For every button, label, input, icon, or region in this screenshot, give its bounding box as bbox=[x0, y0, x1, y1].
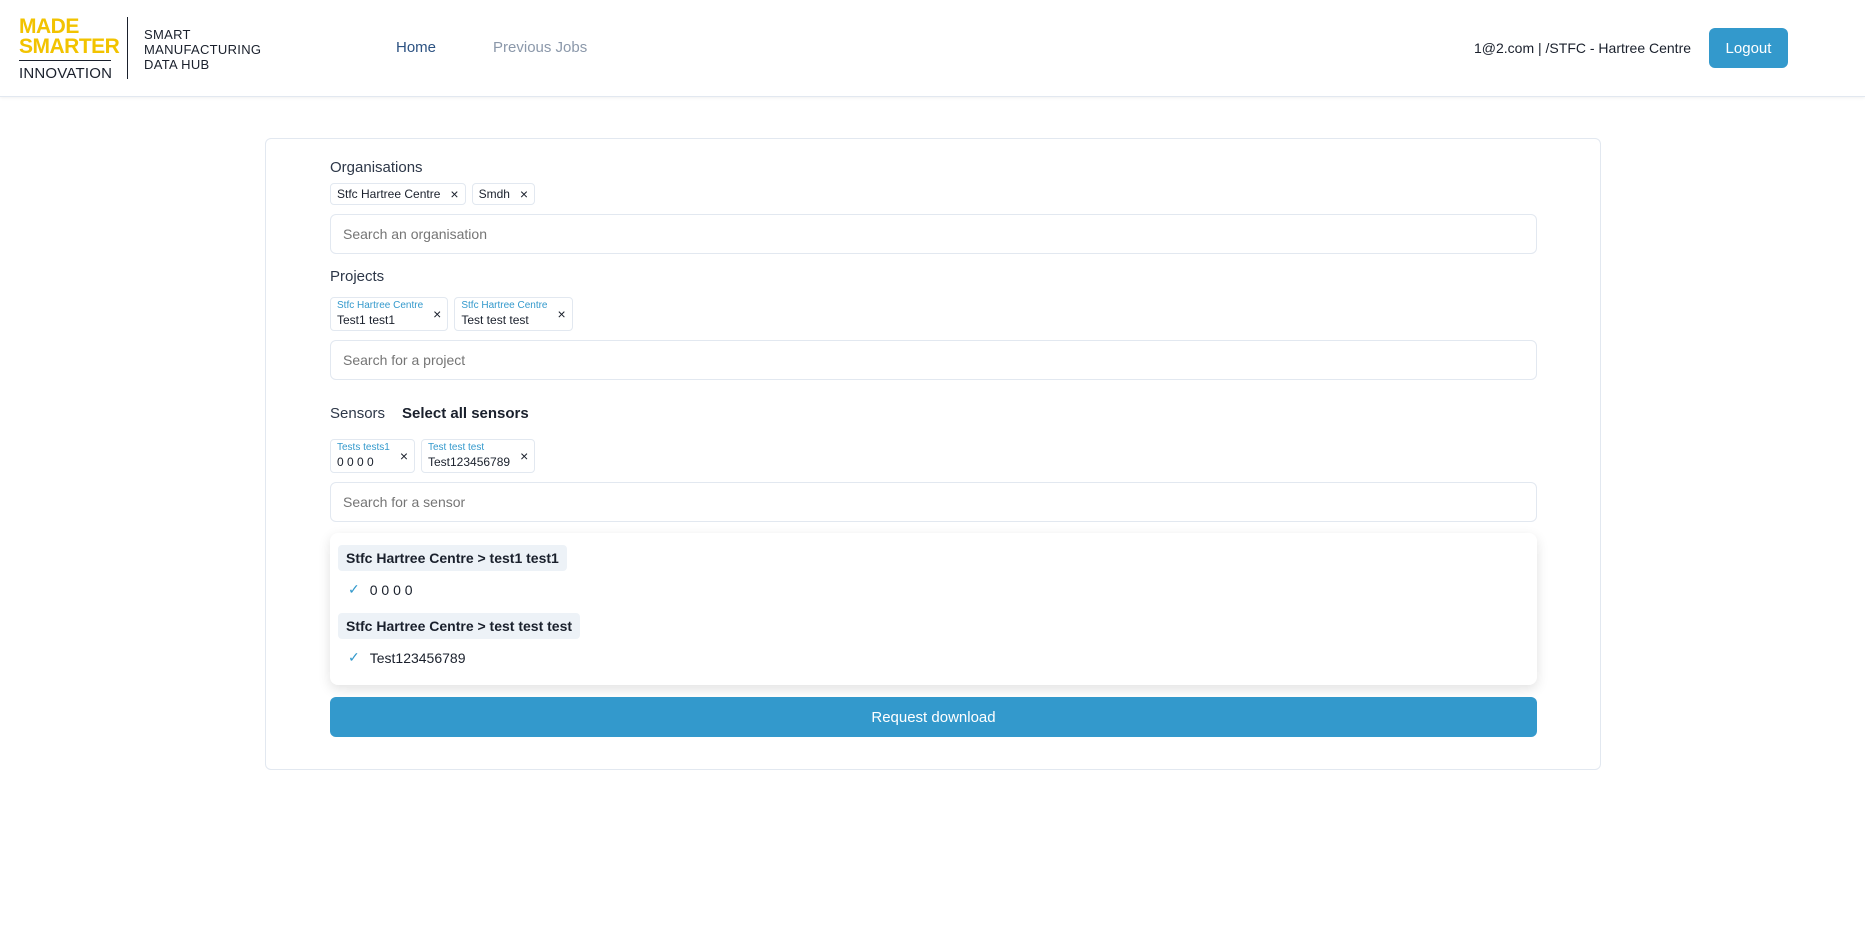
organisation-tags: Stfc Hartree Centre × Smdh × bbox=[330, 183, 541, 205]
organisation-tag: Smdh × bbox=[471, 183, 536, 205]
made-smarter-logo[interactable]: MADE SMARTER INNOVATION SMART MANUFACTUR… bbox=[19, 15, 261, 82]
nav-previous-jobs-link[interactable]: Previous Jobs bbox=[493, 39, 587, 56]
close-icon[interactable]: × bbox=[450, 186, 458, 202]
projects-label: Projects bbox=[330, 268, 385, 285]
project-search-input[interactable] bbox=[330, 340, 1537, 380]
logo-divider bbox=[127, 17, 128, 79]
organisation-tag: Stfc Hartree Centre × bbox=[330, 183, 466, 205]
project-tag-org: Stfc Hartree Centre bbox=[337, 300, 424, 311]
check-icon: ✓ bbox=[348, 649, 360, 665]
logo-hub-line2: MANUFACTURING bbox=[144, 42, 262, 57]
main-nav: Home Previous Jobs bbox=[396, 39, 587, 56]
sensor-tag-name: 0 0 0 0 bbox=[337, 455, 374, 469]
sensor-tag: Test test test Test123456789 × bbox=[421, 439, 536, 473]
logo-hub-text: SMART MANUFACTURING DATA HUB bbox=[144, 17, 261, 82]
project-tags: Stfc Hartree Centre Test1 test1 × Stfc H… bbox=[330, 297, 579, 331]
close-icon[interactable]: × bbox=[400, 448, 408, 464]
logo-hub-line3: DATA HUB bbox=[144, 57, 210, 72]
top-header: MADE SMARTER INNOVATION SMART MANUFACTUR… bbox=[0, 0, 1865, 97]
check-icon: ✓ bbox=[348, 581, 360, 597]
close-icon[interactable]: × bbox=[433, 306, 441, 322]
sensor-option[interactable]: ✓ 0 0 0 0 bbox=[348, 581, 413, 598]
request-download-button[interactable]: Request download bbox=[330, 697, 1537, 737]
sensor-tag-name: Test123456789 bbox=[428, 455, 511, 469]
sensor-tag-project: Tests tests1 bbox=[337, 442, 390, 453]
logo-made: MADE bbox=[19, 15, 79, 38]
logo-smarter: SMARTER bbox=[19, 35, 120, 58]
organisation-tag-label: Smdh bbox=[478, 187, 510, 201]
close-icon[interactable]: × bbox=[558, 306, 566, 322]
logo-hub-line1: SMART bbox=[144, 27, 191, 42]
download-form-card: Organisations Stfc Hartree Centre × Smdh… bbox=[265, 138, 1601, 770]
sensor-tags: Tests tests1 0 0 0 0 × Test test test Te… bbox=[330, 439, 541, 473]
sensors-label: Sensors bbox=[330, 405, 386, 422]
logo-wordmark: MADE SMARTER INNOVATION bbox=[19, 15, 120, 82]
sensor-tag-text: Test test test Test123456789 bbox=[428, 442, 510, 470]
sensor-group-header: Stfc Hartree Centre > test test test bbox=[338, 613, 581, 639]
project-tag: Stfc Hartree Centre Test1 test1 × bbox=[330, 297, 449, 331]
organisation-tag-label: Stfc Hartree Centre bbox=[337, 187, 441, 201]
project-tag-org: Stfc Hartree Centre bbox=[461, 300, 548, 311]
organisation-search-input[interactable] bbox=[330, 214, 1537, 254]
project-tag-text: Stfc Hartree Centre Test1 test1 bbox=[337, 300, 423, 328]
sensor-tag-project: Test test test bbox=[428, 442, 485, 453]
sensor-search-input[interactable] bbox=[330, 482, 1537, 522]
sensor-tag-text: Tests tests1 0 0 0 0 bbox=[337, 442, 390, 470]
logo-innovation: INNOVATION bbox=[19, 65, 113, 82]
nav-home-link[interactable]: Home bbox=[396, 39, 436, 56]
sensor-dropdown-menu: Stfc Hartree Centre > test1 test1 ✓ 0 0 … bbox=[330, 533, 1537, 685]
sensor-tag: Tests tests1 0 0 0 0 × bbox=[330, 439, 415, 473]
organisations-label: Organisations bbox=[330, 159, 423, 176]
logo-rule bbox=[19, 60, 111, 61]
sensor-option-label: 0 0 0 0 bbox=[369, 581, 413, 598]
project-tag: Stfc Hartree Centre Test test test × bbox=[454, 297, 573, 331]
user-info: 1@2.com | /STFC - Hartree Centre bbox=[1474, 40, 1692, 56]
project-tag-name: Test1 test1 bbox=[337, 313, 396, 327]
project-tag-name: Test test test bbox=[461, 313, 529, 327]
logout-button[interactable]: Logout bbox=[1709, 28, 1788, 68]
sensor-option[interactable]: ✓ Test123456789 bbox=[348, 649, 466, 666]
sensor-option-label: Test123456789 bbox=[369, 649, 466, 666]
close-icon[interactable]: × bbox=[520, 448, 528, 464]
sensor-group-header: Stfc Hartree Centre > test1 test1 bbox=[338, 545, 567, 571]
project-tag-text: Stfc Hartree Centre Test test test bbox=[461, 300, 547, 328]
select-all-sensors-link[interactable]: Select all sensors bbox=[402, 405, 529, 422]
close-icon[interactable]: × bbox=[520, 186, 528, 202]
